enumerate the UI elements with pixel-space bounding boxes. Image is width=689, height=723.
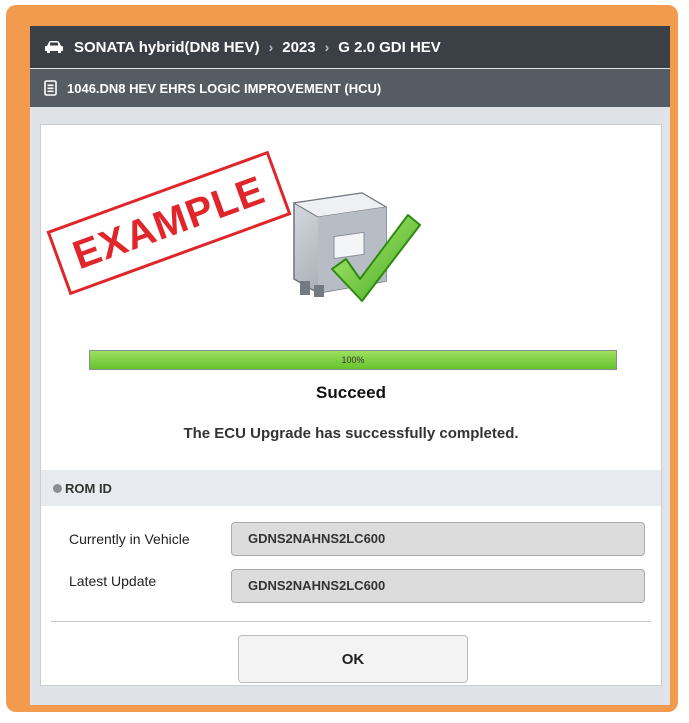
latest-version-field: GDNS2NAHNS2LC600 [231,569,645,603]
vehicle-model: SONATA hybrid(DN8 HEV) [74,38,260,56]
progress-bar: 100% [89,350,617,370]
status-message: The ECU Upgrade has successfully complet… [183,425,519,442]
car-icon [44,40,64,54]
app-screen: SONATA hybrid(DN8 HEV) › 2023 › G 2.0 GD… [30,26,670,705]
bullet-icon [53,483,62,493]
latest-version-label: Latest Update [69,573,157,589]
breadcrumb-separator: › [324,39,330,55]
ecu-success-icon [292,192,421,302]
orange-frame: SONATA hybrid(DN8 HEV) › 2023 › G 2.0 GD… [6,5,678,712]
rom-id-header: ROM ID [41,470,661,506]
document-icon [44,80,57,96]
vehicle-year: 2023 [282,38,316,56]
status-title: Succeed [316,383,386,402]
example-stamp: EXAMPLE [46,150,292,296]
procedure-header: 1046.DN8 HEV EHRS LOGIC IMPROVEMENT (HCU… [30,69,670,107]
vehicle-header: SONATA hybrid(DN8 HEV) › 2023 › G 2.0 GD… [30,26,670,68]
rom-id-title: ROM ID [65,480,112,496]
result-card: EXAMPLE 100% Succeed The ECU Upgrade has… [40,124,662,686]
vehicle-engine: G 2.0 GDI HEV [338,38,441,56]
ok-button[interactable]: OK [238,635,468,683]
current-version-label: Currently in Vehicle [69,531,190,547]
current-version-field: GDNS2NAHNS2LC600 [231,522,645,556]
breadcrumb-separator: › [268,39,274,55]
stamp-text: EXAMPLE [67,167,271,278]
progress-label: 100% [341,355,365,365]
divider [51,621,651,622]
ok-button-label: OK [341,650,365,668]
procedure-title: 1046.DN8 HEV EHRS LOGIC IMPROVEMENT (HCU… [67,80,382,96]
